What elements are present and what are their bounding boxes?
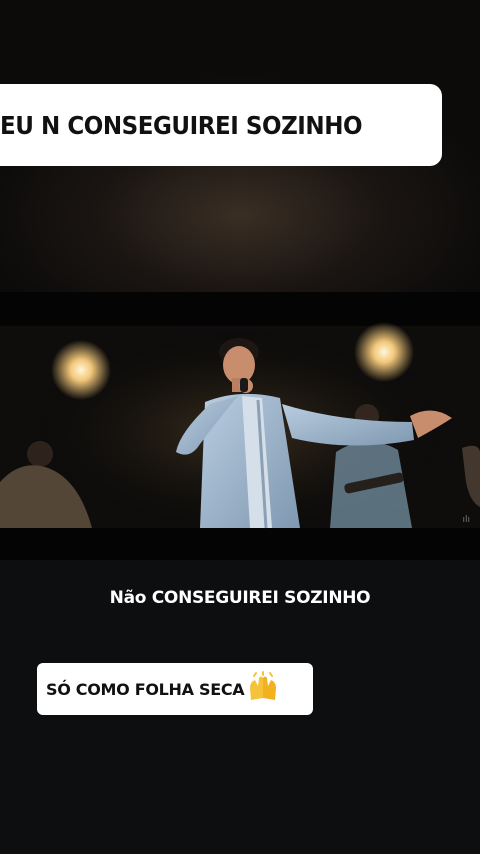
concert-scene: ılı (0, 292, 480, 560)
bottom-caption-box: SÓ COMO FOLHA SECA (37, 663, 313, 715)
video-frame[interactable]: ılı (0, 292, 480, 560)
svg-text:ılı: ılı (462, 515, 470, 525)
top-caption-box: EU N CONSEGUIREI SOZINHO (0, 84, 442, 166)
raised-hands-icon (246, 670, 280, 709)
stage-light-right (354, 322, 414, 382)
bottom-caption-text: SÓ COMO FOLHA SECA (46, 679, 245, 699)
stage-light-left (51, 340, 111, 400)
top-caption-text: EU N CONSEGUIREI SOZINHO (0, 110, 363, 140)
video-subtitle: Não CONSEGUIREI SOZINHO (109, 588, 371, 608)
